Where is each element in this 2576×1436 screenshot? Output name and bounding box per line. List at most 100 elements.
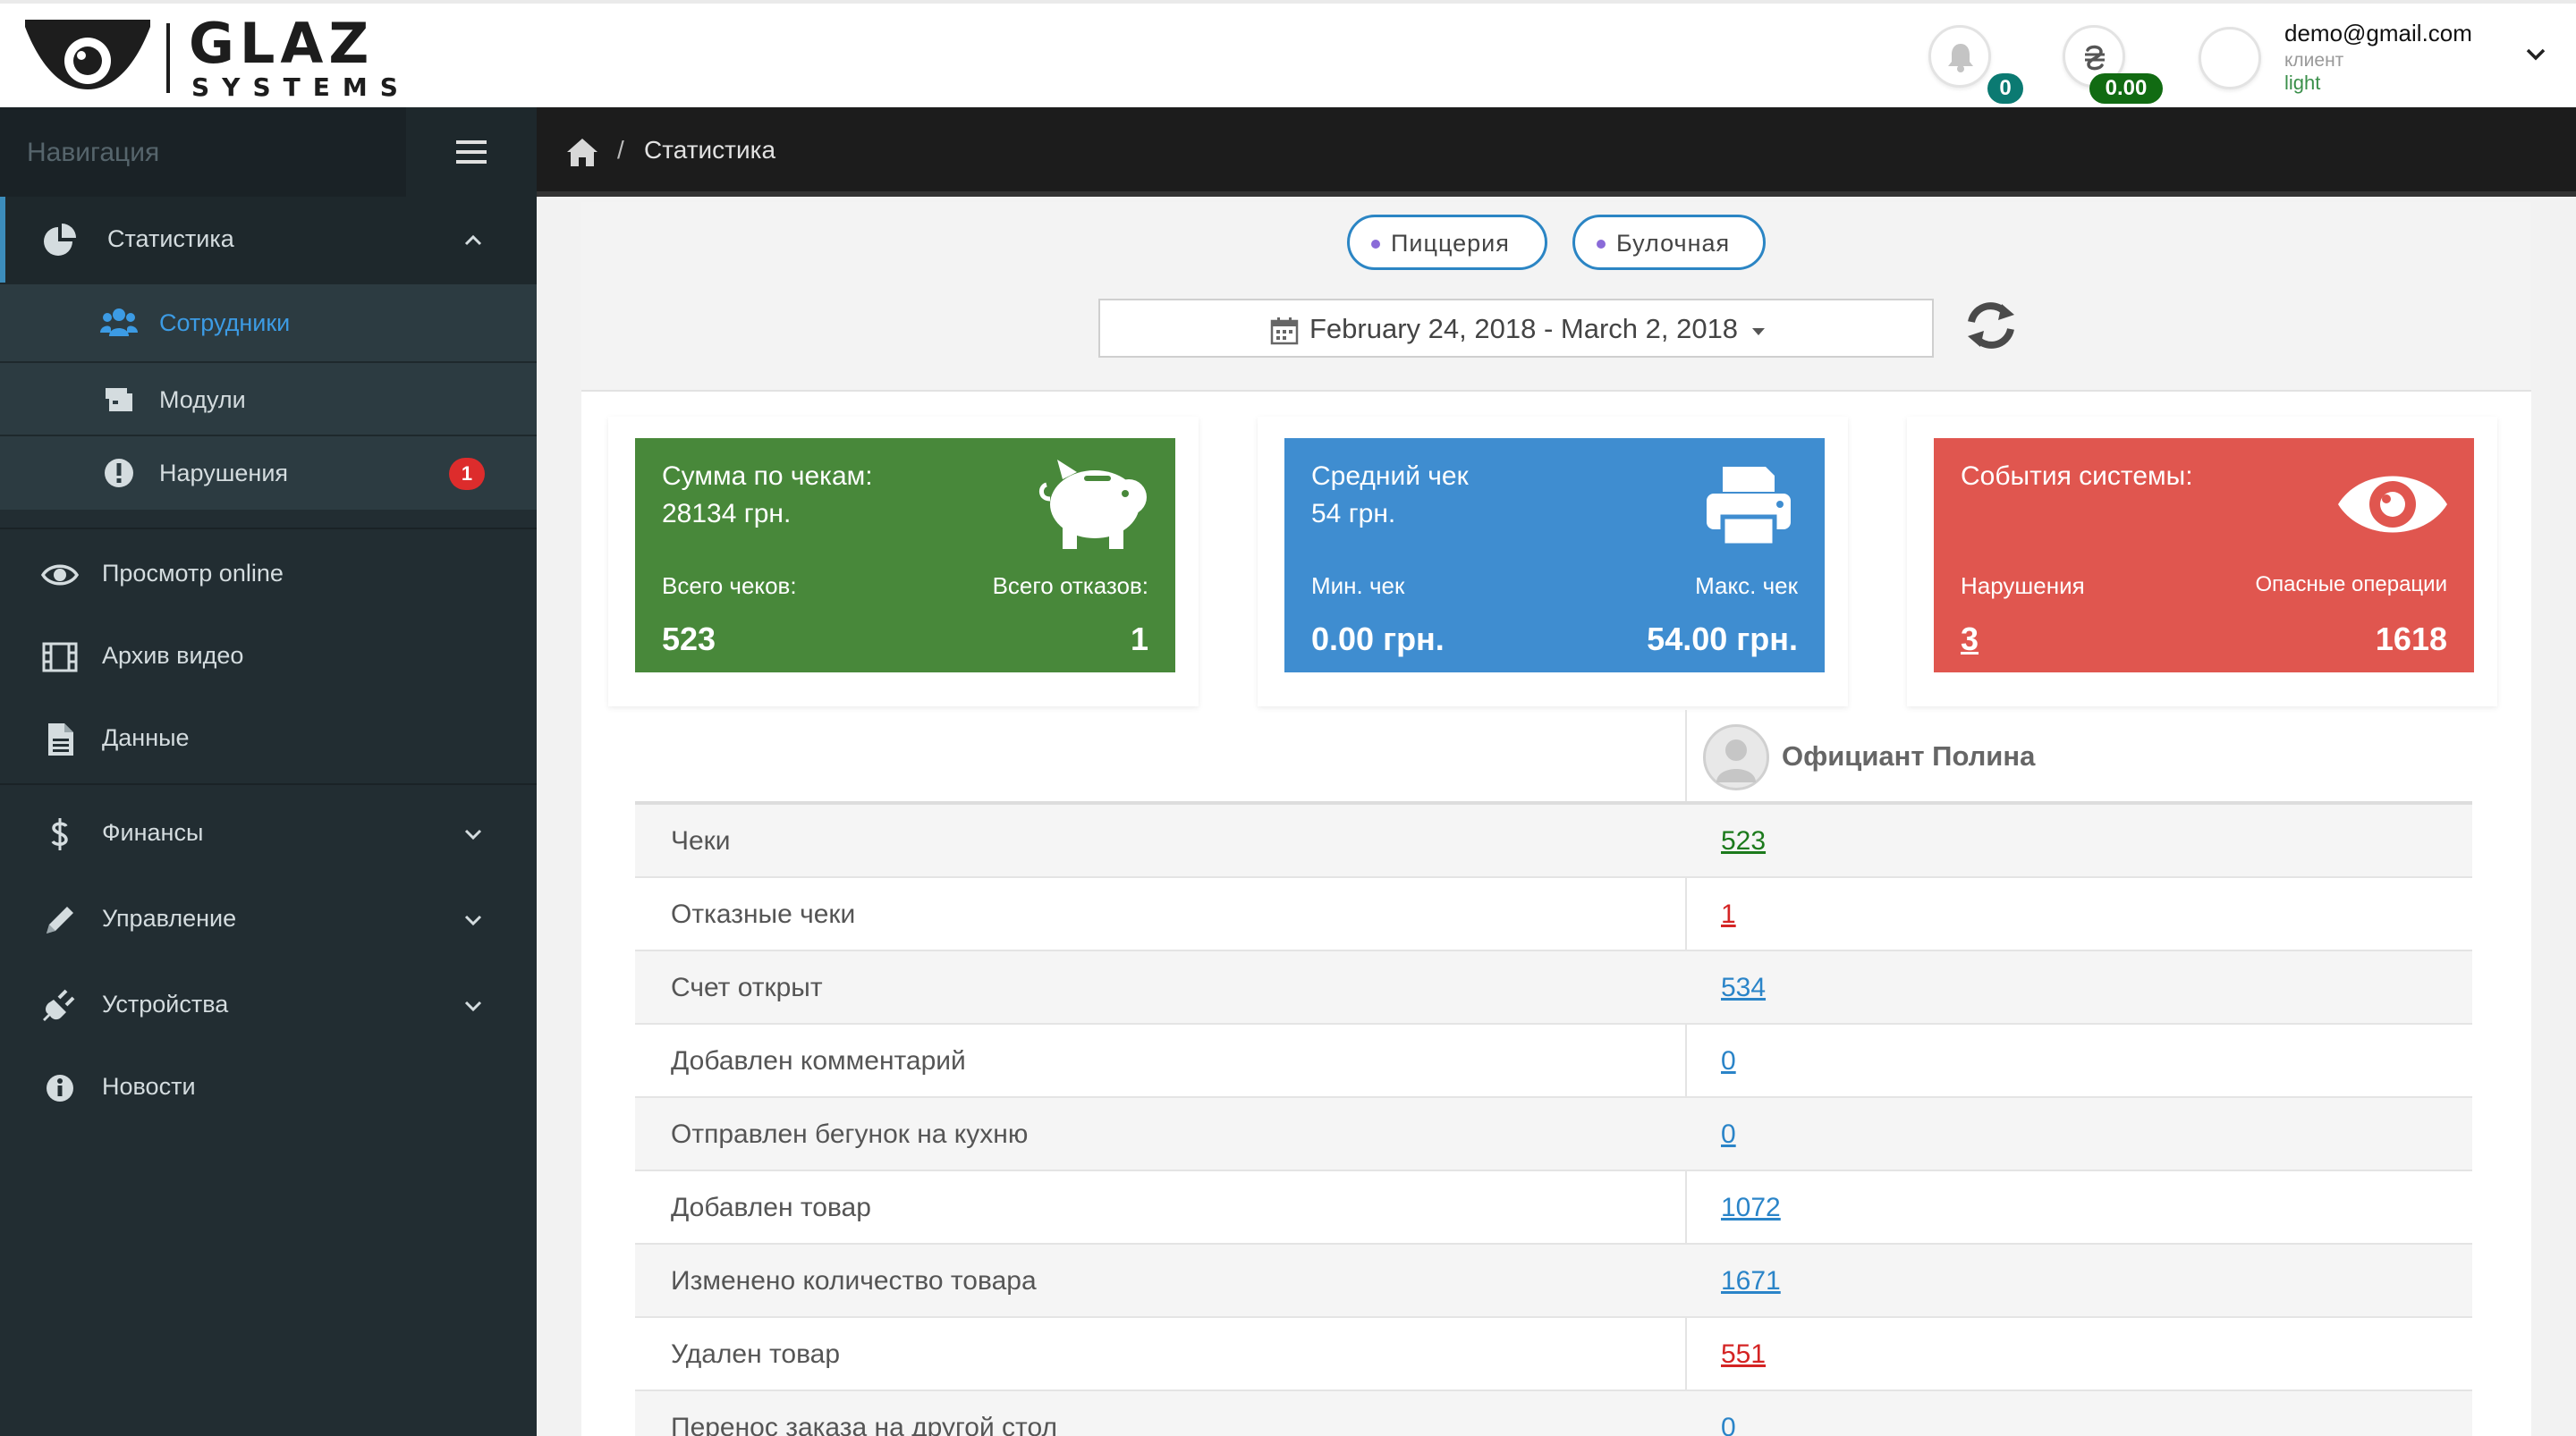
notifications-button[interactable] [1928, 25, 1991, 88]
card-body: Сумма по чекам: 28134 грн. Всего чеков: … [635, 438, 1175, 672]
sidebar-item-news[interactable]: Новости [0, 1044, 537, 1130]
card-left-label: Всего чеков: [662, 572, 797, 599]
caret-down-icon [1752, 328, 1765, 335]
chevron-down-icon[interactable] [2522, 41, 2549, 68]
row-value-link[interactable]: 1 [1721, 900, 1736, 930]
row-value-link[interactable]: 534 [1721, 973, 1766, 1003]
card-left-label: Мин. чек [1311, 572, 1405, 599]
location-filter-bakery[interactable]: Булочная [1572, 215, 1766, 270]
sidebar-divider [0, 528, 537, 529]
eye-logo-icon [25, 20, 150, 89]
notifications-count-badge: 0 [1987, 73, 2023, 104]
breadcrumb-separator: / [617, 136, 624, 164]
chevron-down-icon [464, 1001, 482, 1012]
row-value-link[interactable]: 0 [1721, 1119, 1736, 1150]
date-range-picker[interactable]: February 24, 2018 - March 2, 2018 [1098, 299, 1934, 358]
sidebar-subitem-modules[interactable]: Модули [0, 361, 537, 435]
card-right-label: Макс. чек [1695, 572, 1798, 599]
sidebar: Навигация Статистика Сотрудники Модули Н… [0, 107, 537, 1436]
row-label: Счет открыт [671, 973, 823, 1002]
table-row: Отказные чеки 1 [635, 878, 2472, 951]
eye-icon [41, 564, 79, 586]
card-left-value[interactable]: 3 [1961, 621, 1979, 658]
home-icon[interactable] [565, 136, 599, 168]
row-label: Добавлен комментарий [671, 1046, 966, 1076]
sidebar-item-video-archive[interactable]: Архив видео [0, 613, 537, 699]
sidebar-divider [0, 783, 537, 785]
card-value: 54 грн. [1311, 499, 1396, 528]
card-body: События системы: Нарушения Опасные опера… [1934, 438, 2474, 672]
printer-icon [1707, 467, 1791, 548]
card-title: Средний чек [1311, 461, 1469, 491]
sidebar-item-statistics[interactable]: Статистика [0, 197, 537, 283]
sidebar-toggle-button[interactable] [406, 107, 537, 197]
breadcrumb-current: Статистика [644, 136, 776, 164]
location-filter-pizzeria[interactable]: Пиццерия [1347, 215, 1547, 270]
stats-card-receipts: Сумма по чекам: 28134 грн. Всего чеков: … [608, 417, 1199, 706]
exclamation-circle-icon [105, 459, 133, 487]
card-right-value: 1618 [2375, 621, 2447, 657]
brand-name: GLAZ [189, 11, 375, 76]
row-value-link[interactable]: 1671 [1721, 1266, 1781, 1297]
card-left-value: 523 [662, 621, 716, 657]
sidebar-item-live-view[interactable]: Просмотр online [0, 531, 537, 617]
user-avatar[interactable] [2199, 27, 2261, 89]
stats-card-average: Средний чек 54 грн. Мин. чек Макс. чек 0… [1258, 417, 1848, 706]
row-label: Удален товар [671, 1339, 841, 1369]
row-value-link[interactable]: 1072 [1721, 1193, 1781, 1223]
user-email[interactable]: demo@gmail.com [2284, 20, 2472, 47]
refresh-icon[interactable] [1962, 297, 2020, 354]
sidebar-item-label: Данные [102, 724, 190, 751]
user-role: клиент [2284, 50, 2344, 71]
sidebar-subitem-employees[interactable]: Сотрудники [0, 283, 537, 361]
date-range-text: February 24, 2018 - March 2, 2018 [1309, 313, 1739, 344]
sidebar-item-label: Нарушения [159, 460, 289, 486]
card-value: 28134 грн. [662, 499, 792, 528]
sidebar-item-management[interactable]: Управление [0, 876, 537, 962]
row-label: Отказные чеки [671, 900, 856, 929]
card-right-value: 1 [1130, 621, 1148, 657]
row-value-link[interactable]: 551 [1721, 1339, 1766, 1370]
chevron-up-icon [464, 234, 482, 246]
row-value-link[interactable]: 0 [1721, 1413, 1736, 1436]
brand-logo[interactable]: GLAZ SYSTEMS [25, 16, 398, 100]
user-theme: light [2284, 72, 2321, 94]
location-label: Булочная [1616, 230, 1731, 257]
card-right-label: Всего отказов: [992, 572, 1148, 599]
stats-card-system-events: События системы: Нарушения Опасные опера… [1907, 417, 2497, 706]
balance-badge: 0.00 [2089, 73, 2163, 104]
hryvnia-icon [2085, 45, 2105, 71]
card-title: Сумма по чекам: [662, 461, 873, 491]
row-label: Чеки [671, 826, 731, 856]
sidebar-item-devices[interactable]: Устройства [0, 962, 537, 1048]
sidebar-item-finance[interactable]: Финансы [0, 790, 537, 876]
table-row: Изменено количество товара 1671 [635, 1245, 2472, 1318]
pie-chart-icon [44, 224, 76, 256]
table-row: Удален товар 551 [635, 1318, 2472, 1391]
table-row: Перенос заказа на другой стол 0 [635, 1391, 2472, 1436]
cash-register-icon [106, 388, 132, 411]
users-icon [100, 308, 138, 336]
filter-bar: Пиццерия Булочная February 24, 2018 - Ma… [581, 202, 2531, 392]
employee-name: Официант Полина [1782, 740, 2036, 772]
row-value-link[interactable]: 523 [1721, 826, 1766, 857]
row-label: Добавлен товар [671, 1193, 871, 1222]
card-left-value: 0.00 грн. [1311, 621, 1445, 657]
brand-sub: SYSTEMS [191, 72, 411, 102]
table-row: Добавлен комментарий 0 [635, 1025, 2472, 1098]
row-value-link[interactable]: 0 [1721, 1046, 1736, 1077]
main-panel: Пиццерия Булочная February 24, 2018 - Ma… [581, 202, 2531, 1436]
card-right-value: 54.00 грн. [1647, 621, 1798, 657]
sidebar-subitem-violations[interactable]: Нарушения 1 [0, 435, 537, 510]
dot-icon [1371, 240, 1380, 249]
user-icon [1716, 739, 1756, 782]
film-icon [42, 642, 78, 672]
piggy-bank-icon [1039, 460, 1147, 549]
bell-icon [1948, 44, 1973, 72]
table-row: Добавлен товар 1072 [635, 1171, 2472, 1245]
table-row: Отправлен бегунок на кухню 0 [635, 1098, 2472, 1171]
sidebar-heading: Навигация [27, 138, 160, 167]
sidebar-item-data[interactable]: Данные [0, 696, 537, 781]
sidebar-item-label: Новости [102, 1073, 196, 1100]
sidebar-item-label: Архив видео [102, 642, 244, 669]
